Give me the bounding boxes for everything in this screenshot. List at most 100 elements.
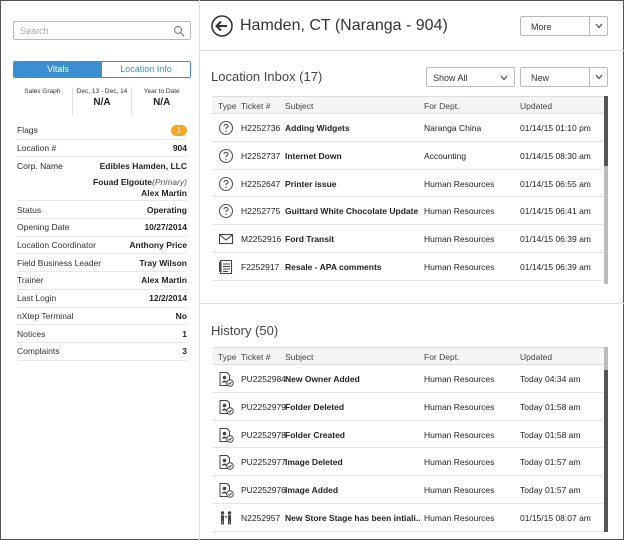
ticket-number[interactable]: F2252917 — [241, 262, 279, 272]
column-header[interactable]: Ticket # — [241, 352, 270, 362]
document-user-icon — [218, 427, 234, 443]
tab-location-info[interactable]: Location Info — [102, 62, 190, 77]
table-row[interactable]: PU2252976 Image Added Human Resources Today… — [212, 476, 604, 504]
table-row[interactable]: H2252647 Printer issue Human Resources 01/1… — [212, 170, 604, 198]
prop-opening-date: Opening Date 10/27/2014 — [17, 219, 187, 237]
more-button[interactable]: More — [520, 16, 608, 36]
column-header[interactable]: Ticket # — [241, 101, 270, 111]
ticket-number[interactable]: H2252737 — [241, 151, 280, 161]
ticket-subject[interactable]: Ford Transit — [285, 234, 334, 244]
column-header[interactable]: Type — [218, 352, 236, 362]
ticket-subject[interactable]: Image Added — [285, 485, 338, 495]
ticket-updated: Today 01:58 am — [520, 429, 581, 440]
ticket-subject[interactable]: Image Deleted — [285, 457, 343, 467]
ticket-number[interactable]: M2252916 — [241, 234, 281, 244]
table-row[interactable]: PU2252978 Folder Created Human Resources To… — [212, 421, 604, 449]
ticket-number[interactable]: PU2252976 — [241, 485, 286, 495]
history-scroll-thumb[interactable] — [604, 370, 608, 532]
column-header[interactable]: Subject — [285, 101, 313, 111]
stat-value: N/A — [93, 97, 111, 108]
more-dropdown[interactable] — [589, 17, 607, 35]
ticket-number[interactable]: PU2252978 — [241, 430, 286, 440]
ticket-subject[interactable]: Adding Widgets — [285, 123, 350, 133]
inbox-table: Type Ticket # Subject For Dept. Updated H2252… — [212, 96, 604, 281]
search-box[interactable] — [13, 21, 191, 40]
inbox-scroll-thumb[interactable] — [604, 96, 608, 166]
prop-value: Edibles Hamden, LLC — [99, 161, 187, 172]
stat-label: Sales Graph — [24, 88, 61, 95]
document-user-icon — [218, 371, 234, 387]
column-header[interactable]: Type — [218, 101, 236, 111]
table-row[interactable]: F2252917 Resale - APA comments Human Resou… — [212, 253, 604, 281]
tab-vitals[interactable]: Vitals — [14, 62, 102, 77]
column-header[interactable]: For Dept. — [424, 101, 459, 111]
vitals-list: Flags 1 Location # 904 Corp. Name Edible… — [17, 122, 187, 361]
ticket-number[interactable]: PU2252977 — [241, 457, 286, 467]
prop-label: Field Business Leader — [17, 257, 102, 268]
table-row[interactable]: H2252775 Guittard White Chocolate Update H… — [212, 197, 604, 226]
ticket-updated: 01/14/15 08:30 am — [520, 150, 591, 161]
search-icon[interactable] — [173, 25, 185, 37]
history-title: History (50) — [211, 323, 279, 338]
ticket-updated: Today 01:58 am — [520, 401, 581, 412]
prop-nxtep-terminal: nXtep Terminal No — [17, 308, 187, 326]
ticket-number[interactable]: H2252647 — [241, 179, 280, 189]
more-label: More — [531, 22, 552, 32]
prop-label: Notices — [17, 328, 46, 339]
table-row[interactable]: PU2252977 Image Deleted Human Resources Tod… — [212, 448, 604, 477]
search-input[interactable] — [14, 22, 164, 39]
prop-label: Opening Date — [17, 222, 70, 233]
ticket-subject[interactable]: Folder Created — [285, 430, 345, 440]
ticket-subject[interactable]: New Store Stage has been intiali... — [285, 513, 420, 523]
ticket-dept: Human Resources — [424, 374, 495, 384]
table-row[interactable]: PU2252979 Folder Deleted Human Resources To… — [212, 393, 604, 421]
prop-label: Flags — [17, 125, 38, 136]
ticket-number[interactable]: H2252775 — [241, 206, 280, 216]
ticket-subject[interactable]: Guittard White Chocolate Update — [285, 206, 418, 216]
ticket-number[interactable]: N2252957 — [241, 513, 280, 523]
back-arrow-icon[interactable] — [211, 15, 233, 37]
table-row[interactable]: H2252737 Internet Down Accounting 01/14/15 … — [212, 142, 604, 170]
column-header[interactable]: Updated — [520, 101, 552, 111]
column-header[interactable]: For Dept. — [424, 352, 459, 362]
owner-secondary: Alex Martin — [141, 188, 187, 199]
ticket-number[interactable]: PU2252984 — [241, 374, 286, 384]
ticket-dept: Human Resources — [424, 429, 495, 440]
prop-value: 10/27/2014 — [144, 222, 187, 233]
prop-value: Alex Martin — [141, 275, 187, 286]
chevron-down-icon — [595, 74, 603, 80]
ticket-subject[interactable]: New Owner Added — [285, 374, 360, 384]
ticket-number[interactable]: H2252736 — [241, 123, 280, 133]
new-dropdown[interactable] — [589, 68, 607, 86]
new-button[interactable]: New — [520, 67, 608, 87]
ticket-subject[interactable]: Printer issue — [285, 179, 337, 189]
prop-complaints: Complaints 3 — [17, 343, 187, 361]
filter-label: Show All — [433, 73, 468, 83]
ticket-number[interactable]: PU2252979 — [241, 402, 286, 412]
prop-value: Tray Wilson — [139, 257, 187, 268]
document-user-icon — [218, 454, 234, 471]
panel-tabs: Vitals Location Info — [13, 61, 191, 78]
stat-sales-graph[interactable]: Sales Graph — [13, 87, 72, 115]
chevron-down-icon — [500, 75, 508, 81]
table-row[interactable]: N2252957 New Store Stage has been intiali… — [212, 504, 604, 532]
table-header: Type Ticket # Subject For Dept. Updated — [212, 347, 604, 365]
table-row[interactable]: H2252736 Adding Widgets Naranga China 01/14… — [212, 114, 604, 142]
table-row[interactable]: PU2252984 New Owner Added Human Resources T… — [212, 365, 604, 393]
prop-corp-name: Corp. Name Edibles Hamden, LLC Fouad Elg… — [17, 157, 187, 202]
prop-label: Last Login — [17, 293, 57, 304]
ticket-dept: Naranga China — [424, 123, 482, 133]
flags-badge[interactable]: 1 — [170, 124, 187, 136]
ticket-subject[interactable]: Internet Down — [285, 151, 342, 161]
inbox-filter-select[interactable]: Show All — [426, 67, 515, 87]
ticket-updated: Today 01:57 am — [520, 457, 581, 468]
ticket-subject[interactable]: Resale - APA comments — [285, 262, 382, 272]
people-icon — [218, 510, 234, 526]
table-row[interactable]: M2252916 Ford Transit Human Resources 01/14… — [212, 225, 604, 253]
column-header[interactable]: Updated — [520, 352, 552, 362]
document-user-icon — [218, 482, 234, 498]
ticket-subject[interactable]: Folder Deleted — [285, 402, 344, 412]
owner-primary: Fouad Elgoute(Primary) — [93, 177, 187, 187]
column-header[interactable]: Subject — [285, 352, 313, 362]
prop-value: Operating — [146, 204, 187, 215]
